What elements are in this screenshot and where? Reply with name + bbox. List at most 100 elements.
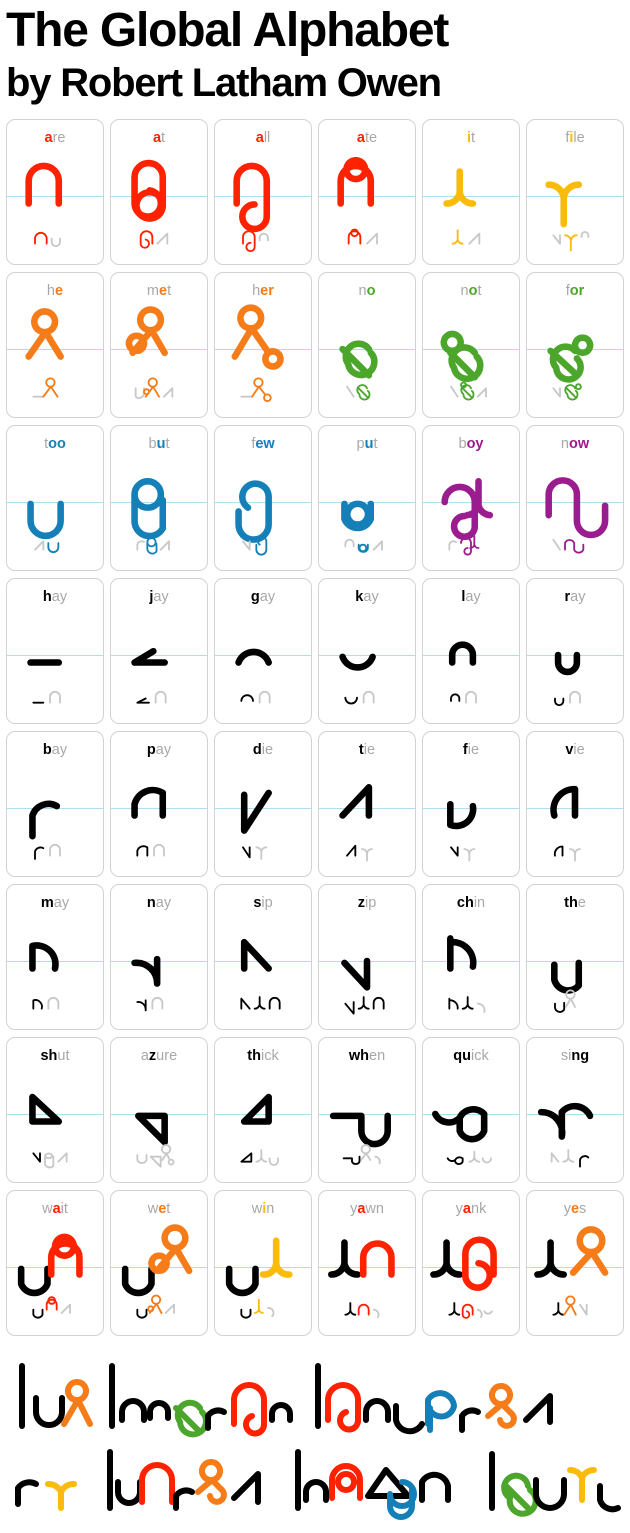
baseline-rule xyxy=(111,655,207,656)
alphabet-card-when[interactable]: when xyxy=(318,1037,416,1183)
card-label: yawn xyxy=(350,1201,384,1217)
poster-root: The Global Alphabet by Robert Latham Owe… xyxy=(0,0,630,1533)
alphabet-card-no[interactable]: no xyxy=(318,272,416,418)
alphabet-card-pay[interactable]: pay xyxy=(110,731,208,877)
alphabet-card-tie[interactable]: tie xyxy=(318,731,416,877)
alphabet-card-at[interactable]: at xyxy=(110,119,208,265)
alphabet-card-jay[interactable]: jay xyxy=(110,578,208,724)
alphabet-card-zip[interactable]: zip xyxy=(318,884,416,1030)
alphabet-card-win[interactable]: win xyxy=(214,1190,312,1336)
card-label: gay xyxy=(250,589,276,605)
alphabet-card-bay[interactable]: bay xyxy=(6,731,104,877)
alphabet-card-now[interactable]: now xyxy=(526,425,624,571)
small-glyph xyxy=(111,834,207,864)
card-label: wet xyxy=(147,1201,171,1217)
baseline-rule xyxy=(215,1267,311,1268)
alphabet-card-thick[interactable]: thick xyxy=(214,1037,312,1183)
card-label: tie xyxy=(358,742,376,758)
sample-text-line-1 xyxy=(8,1350,622,1438)
alphabet-card-met[interactable]: met xyxy=(110,272,208,418)
alphabet-card-sing[interactable]: sing xyxy=(526,1037,624,1183)
alphabet-card-yank[interactable]: yank xyxy=(422,1190,520,1336)
alphabet-card-her[interactable]: her xyxy=(214,272,312,418)
baseline-rule xyxy=(7,349,103,350)
card-label: vie xyxy=(565,742,585,758)
card-label: kay xyxy=(355,589,379,605)
baseline-rule xyxy=(319,502,415,503)
card-label: when xyxy=(348,1048,386,1064)
small-glyph xyxy=(527,1293,623,1323)
small-glyph xyxy=(527,222,623,252)
small-glyph xyxy=(319,1140,415,1170)
alphabet-card-ate[interactable]: ate xyxy=(318,119,416,265)
baseline-rule xyxy=(7,808,103,809)
alphabet-card-azure[interactable]: azure xyxy=(110,1037,208,1183)
alphabet-card-wet[interactable]: wet xyxy=(110,1190,208,1336)
card-label: yes xyxy=(563,1201,587,1217)
alphabet-card-vie[interactable]: vie xyxy=(526,731,624,877)
alphabet-card-few[interactable]: few xyxy=(214,425,312,571)
card-label: pay xyxy=(146,742,172,758)
small-glyph xyxy=(7,1140,103,1170)
baseline-rule xyxy=(7,655,103,656)
card-label: may xyxy=(40,895,70,911)
small-glyph xyxy=(319,222,415,252)
card-label: azure xyxy=(140,1048,178,1064)
alphabet-card-gay[interactable]: gay xyxy=(214,578,312,724)
card-label: die xyxy=(252,742,274,758)
alphabet-card-too[interactable]: too xyxy=(6,425,104,571)
small-glyph xyxy=(215,375,311,405)
baseline-rule xyxy=(527,502,623,503)
baseline-rule xyxy=(423,655,519,656)
alphabet-card-lay[interactable]: lay xyxy=(422,578,520,724)
alphabet-card-he[interactable]: he xyxy=(6,272,104,418)
alphabet-card-put[interactable]: put xyxy=(318,425,416,571)
alphabet-card-yawn[interactable]: yawn xyxy=(318,1190,416,1336)
card-label: for xyxy=(565,283,585,299)
small-glyph xyxy=(423,681,519,711)
alphabet-card-the[interactable]: the xyxy=(526,884,624,1030)
alphabet-card-yes[interactable]: yes xyxy=(526,1190,624,1336)
alphabet-card-but[interactable]: but xyxy=(110,425,208,571)
alphabet-card-quick[interactable]: quick xyxy=(422,1037,520,1183)
baseline-rule xyxy=(319,1267,415,1268)
baseline-rule xyxy=(111,808,207,809)
baseline-rule xyxy=(319,808,415,809)
alphabet-card-boy[interactable]: boy xyxy=(422,425,520,571)
alphabet-card-fie[interactable]: fie xyxy=(422,731,520,877)
card-label: wait xyxy=(42,1201,68,1217)
alphabet-card-nay[interactable]: nay xyxy=(110,884,208,1030)
baseline-rule xyxy=(215,655,311,656)
alphabet-card-wait[interactable]: wait xyxy=(6,1190,104,1336)
baseline-rule xyxy=(527,808,623,809)
alphabet-card-all[interactable]: all xyxy=(214,119,312,265)
alphabet-card-kay[interactable]: kay xyxy=(318,578,416,724)
card-label: ate xyxy=(356,130,378,146)
alphabet-card-sip[interactable]: sip xyxy=(214,884,312,1030)
alphabet-card-for[interactable]: for xyxy=(526,272,624,418)
card-label: now xyxy=(560,436,590,452)
alphabet-card-hay[interactable]: hay xyxy=(6,578,104,724)
alphabet-card-chin[interactable]: chin xyxy=(422,884,520,1030)
baseline-rule xyxy=(7,196,103,197)
alphabet-card-ray[interactable]: ray xyxy=(526,578,624,724)
small-glyph xyxy=(111,681,207,711)
alphabet-card-grid: are at all ate it file he met her no not for too but f… xyxy=(0,119,630,1336)
card-label: file xyxy=(565,130,585,146)
card-label: hay xyxy=(42,589,68,605)
card-label: ray xyxy=(564,589,586,605)
baseline-rule xyxy=(7,1114,103,1115)
baseline-rule xyxy=(215,961,311,962)
small-glyph xyxy=(215,1293,311,1323)
card-label: sing xyxy=(560,1048,590,1064)
alphabet-card-it[interactable]: it xyxy=(422,119,520,265)
alphabet-card-are[interactable]: are xyxy=(6,119,104,265)
small-glyph xyxy=(319,375,415,405)
alphabet-card-file[interactable]: file xyxy=(526,119,624,265)
alphabet-card-shut[interactable]: shut xyxy=(6,1037,104,1183)
alphabet-card-may[interactable]: may xyxy=(6,884,104,1030)
alphabet-card-not[interactable]: not xyxy=(422,272,520,418)
small-glyph xyxy=(111,987,207,1017)
baseline-rule xyxy=(527,961,623,962)
alphabet-card-die[interactable]: die xyxy=(214,731,312,877)
